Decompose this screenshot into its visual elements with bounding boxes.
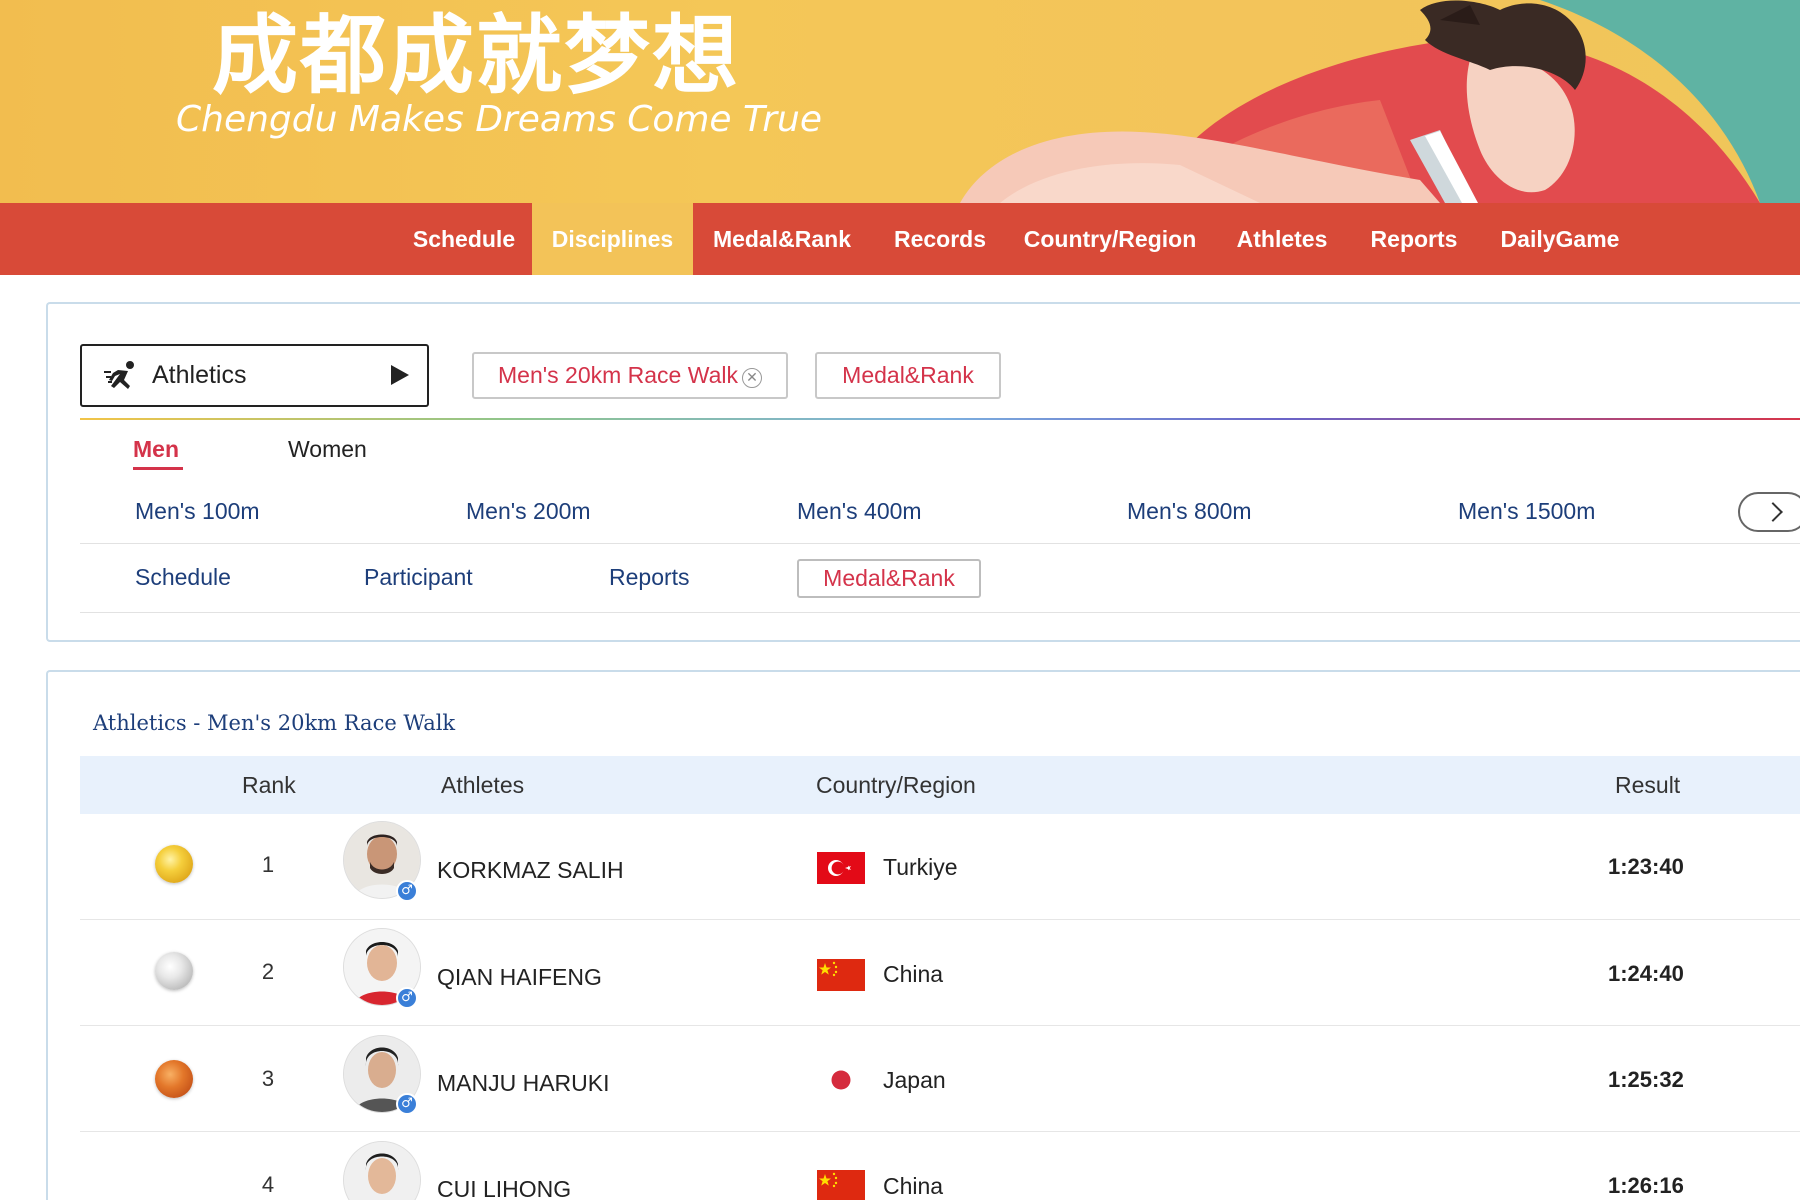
result-time: 1:23:40 <box>1608 854 1684 879</box>
china-flag-icon <box>817 959 865 991</box>
tab-women[interactable]: Women <box>288 432 367 466</box>
gold-medal-icon <box>155 845 193 883</box>
result-time: 1:26:16 <box>1608 1173 1684 1198</box>
nav-disciplines[interactable]: Disciplines <box>532 203 693 275</box>
event-mens-800m[interactable]: Men's 800m <box>1127 494 1252 528</box>
japan-flag-icon <box>817 1064 865 1096</box>
china-flag-icon <box>817 1170 865 1200</box>
events-next-button[interactable] <box>1738 492 1800 532</box>
nav-country-region[interactable]: Country/Region <box>1020 203 1200 275</box>
athlete-name[interactable]: QIAN HAIFENG <box>437 964 602 991</box>
chevron-right-icon <box>1763 502 1783 522</box>
nav-reports[interactable]: Reports <box>1360 203 1468 275</box>
column-header-country: Country/Region <box>816 772 976 798</box>
nav-dailygame[interactable]: DailyGame <box>1494 203 1626 275</box>
event-mens-100m[interactable]: Men's 100m <box>135 494 260 528</box>
event-filter-chip-label: Men's 20km Race Walk <box>498 362 738 388</box>
banner-title-chinese: 成都成就梦想 <box>212 6 740 106</box>
sport-dropdown-label: Athletics <box>152 361 247 389</box>
country-name: Japan <box>883 1067 946 1093</box>
event-mens-400m[interactable]: Men's 400m <box>797 494 922 528</box>
silver-medal-icon <box>155 952 193 990</box>
bronze-medal-icon <box>155 1060 193 1098</box>
country-name: China <box>883 1173 944 1199</box>
tab-men[interactable]: Men <box>133 432 179 466</box>
sport-dropdown[interactable]: Athletics <box>80 344 429 407</box>
nav-medal-rank[interactable]: Medal&Rank <box>706 203 858 275</box>
active-tab-underline <box>133 467 183 470</box>
turkey-flag-icon <box>817 852 865 884</box>
event-mens-200m[interactable]: Men's 200m <box>466 494 591 528</box>
male-icon: ♂ <box>396 1093 418 1115</box>
country-name: Turkiye <box>883 854 958 880</box>
banner-slogan: Chengdu Makes Dreams Come True <box>176 99 822 140</box>
result-time: 1:24:40 <box>1608 961 1684 986</box>
male-icon: ♂ <box>396 880 418 902</box>
runner-icon <box>104 361 134 389</box>
column-header-athletes: Athletes <box>441 772 525 798</box>
athlete-name[interactable]: KORKMAZ SALIH <box>437 857 624 884</box>
event-filter-chip[interactable]: Men's 20km Race Walk ✕ <box>472 352 788 399</box>
column-header-rank: Rank <box>242 772 296 798</box>
result-time: 1:25:32 <box>1608 1067 1684 1092</box>
athlete-name[interactable]: MANJU HARUKI <box>437 1070 610 1097</box>
rank-cell: 1 <box>261 852 275 877</box>
nav-athletes[interactable]: Athletes <box>1222 203 1342 275</box>
subtab-participant[interactable]: Participant <box>364 560 473 594</box>
event-mens-1500m[interactable]: Men's 1500m <box>1458 494 1595 528</box>
country-name: China <box>883 961 944 987</box>
subtab-schedule[interactable]: Schedule <box>135 560 231 594</box>
header-banner: 成都成就梦想 Chengdu Makes Dreams Come True <box>0 0 1800 203</box>
results-title: Athletics - Men's 20km Race Walk <box>93 711 456 735</box>
athlete-name[interactable]: CUI LIHONG <box>437 1176 571 1200</box>
column-header-result: Result <box>1615 772 1681 798</box>
nav-records[interactable]: Records <box>880 203 1000 275</box>
rank-cell: 3 <box>261 1066 275 1091</box>
divider <box>80 543 1800 544</box>
rank-cell: 4 <box>261 1172 275 1197</box>
rank-cell: 2 <box>261 959 275 984</box>
subtab-medal-rank[interactable]: Medal&Rank <box>797 559 981 598</box>
play-arrow-icon <box>391 365 409 385</box>
view-filter-chip[interactable]: Medal&Rank <box>815 352 1001 399</box>
divider-gradient <box>80 418 1800 420</box>
divider <box>80 612 1800 613</box>
subtab-reports[interactable]: Reports <box>609 560 690 594</box>
nav-schedule[interactable]: Schedule <box>396 203 532 275</box>
clear-icon[interactable]: ✕ <box>742 368 762 388</box>
main-nav: Schedule Disciplines Medal&Rank Records … <box>0 203 1800 275</box>
male-icon: ♂ <box>396 987 418 1009</box>
